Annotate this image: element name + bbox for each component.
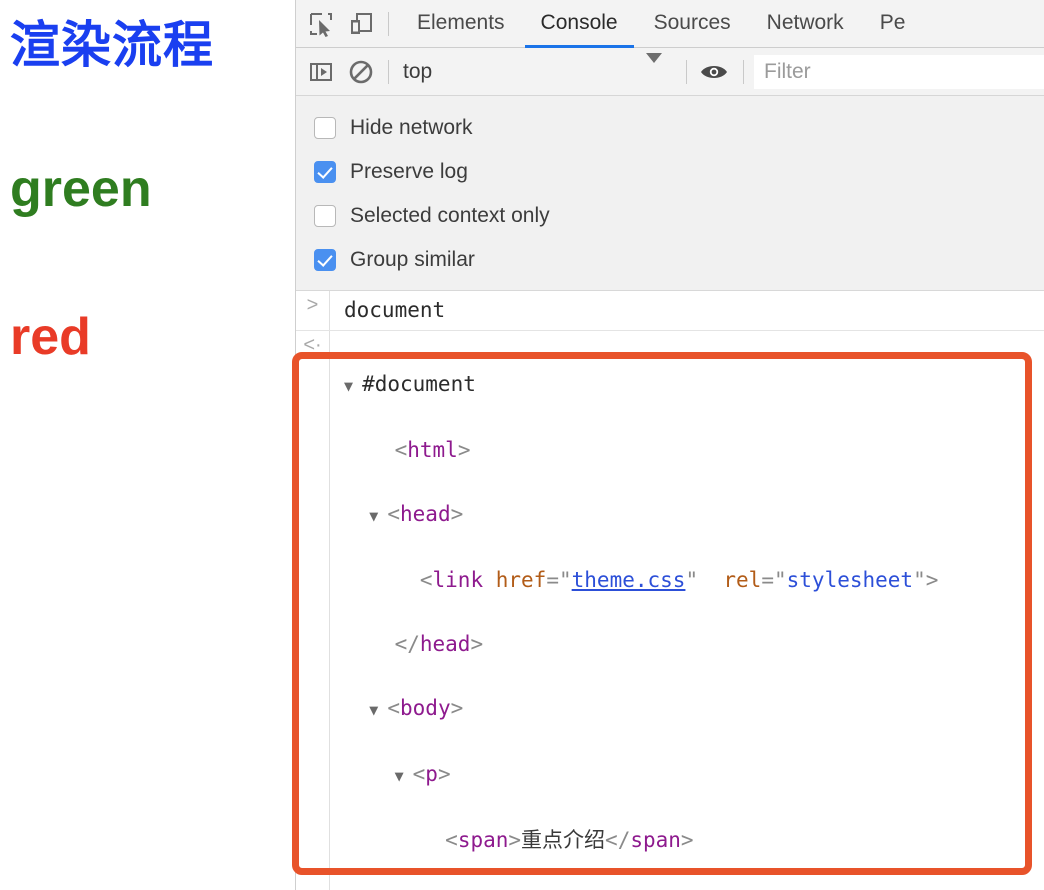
inspect-element-icon[interactable] — [306, 9, 336, 39]
tab-sources[interactable]: Sources — [636, 0, 749, 48]
device-toolbar-icon[interactable] — [346, 9, 376, 39]
tab-console[interactable]: Console — [523, 0, 636, 48]
eye-icon[interactable] — [697, 57, 731, 87]
console-filter-bar: top — [296, 48, 1044, 96]
console-settings-list: Hide network Preserve log Selected conte… — [296, 96, 1044, 291]
checkbox-preserve-log[interactable] — [314, 161, 336, 183]
setting-preserve-log[interactable]: Preserve log — [296, 150, 1044, 194]
console-command-body: document — [330, 291, 1044, 330]
tab-performance[interactable]: Pe — [862, 0, 924, 48]
dom-line-head-open[interactable]: ▼ <head> — [344, 466, 1044, 532]
rendered-page-pane: 渲染流程 green red — [0, 0, 295, 890]
dom-line-link[interactable]: <link href="theme.css" rel="stylesheet"> — [344, 532, 1044, 596]
page-text-red: red — [10, 308, 91, 366]
dom-line-text-node[interactable]: "渲染流程" — [344, 856, 1044, 890]
dom-line-html-open[interactable]: <html> — [344, 402, 1044, 466]
execution-context-select[interactable]: top — [399, 52, 674, 89]
devtools-tabstrip: Elements Console Sources Network Pe — [296, 0, 1044, 48]
console-prompt-gutter: > — [296, 291, 330, 330]
prompt-chevron-icon: > — [306, 294, 319, 316]
clear-console-icon[interactable] — [346, 57, 376, 87]
checkbox-group-similar[interactable] — [314, 249, 336, 271]
filterbar-divider-2 — [686, 59, 687, 84]
console-command-row[interactable]: > document — [296, 291, 1044, 331]
toolbar-divider — [388, 11, 389, 36]
tab-network[interactable]: Network — [749, 0, 862, 48]
setting-selected-context-only[interactable]: Selected context only — [296, 194, 1044, 238]
console-command-text: document — [344, 298, 446, 322]
setting-group-similar[interactable]: Group similar — [296, 238, 1044, 282]
chevron-down-icon — [646, 52, 662, 81]
console-dom-tree: ▼ #document <html> ▼ <head> <link href="… — [330, 331, 1044, 890]
screenshot-root: 渲染流程 green red Elements Console Sources … — [0, 0, 1044, 890]
execution-context-value: top — [403, 59, 433, 83]
dom-line-p-open[interactable]: ▼ <p> — [344, 726, 1044, 792]
page-text-green: green — [10, 160, 152, 218]
filterbar-divider-3 — [743, 59, 744, 84]
page-heading-render-flow: 渲染流程 — [10, 17, 214, 73]
dom-line-head-close[interactable]: </head> — [344, 596, 1044, 660]
checkbox-selected-context-only[interactable] — [314, 205, 336, 227]
sidebar-toggle-icon[interactable] — [306, 57, 336, 87]
devtools-panel: Elements Console Sources Network Pe top … — [295, 0, 1044, 890]
console-result-gutter: <· — [296, 331, 330, 890]
console-filter-input[interactable] — [754, 54, 1044, 89]
tab-elements[interactable]: Elements — [399, 0, 523, 48]
setting-hide-network[interactable]: Hide network — [296, 106, 1044, 150]
setting-label-hide-network: Hide network — [350, 116, 473, 139]
dom-line-document[interactable]: ▼ #document — [344, 336, 1044, 402]
console-output: > document <· ▼ #document <html> ▼ <head… — [296, 291, 1044, 890]
setting-label-group-similar: Group similar — [350, 248, 475, 271]
console-result-row[interactable]: <· ▼ #document <html> ▼ <head> <link hre… — [296, 331, 1044, 890]
dom-line-span[interactable]: <span>重点介绍</span> — [344, 792, 1044, 856]
result-arrow-icon: <· — [303, 334, 322, 356]
dom-line-body-open[interactable]: ▼ <body> — [344, 660, 1044, 726]
setting-label-preserve-log: Preserve log — [350, 160, 468, 183]
setting-label-selected-context-only: Selected context only — [350, 204, 550, 227]
checkbox-hide-network[interactable] — [314, 117, 336, 139]
theme-css-link[interactable]: theme.css — [572, 568, 686, 592]
filterbar-divider-1 — [388, 59, 389, 84]
